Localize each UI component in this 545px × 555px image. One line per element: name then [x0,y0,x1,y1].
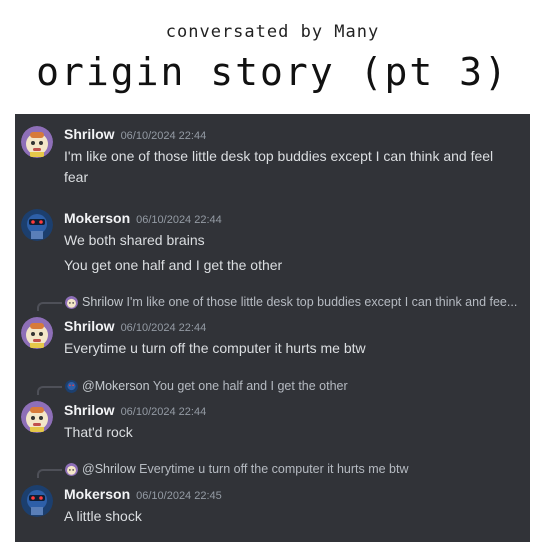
reply-text: You get one half and I get the other [152,379,348,393]
mokerson-avatar-icon[interactable] [21,485,53,517]
shrilow-avatar-icon[interactable] [21,126,53,158]
reply-preview[interactable]: @Shrilow Everytime u turn off the comput… [15,462,530,478]
reply-preview[interactable]: @Mokerson You get one half and I get the… [15,379,530,395]
message-text: I'm like one of those little desk top bu… [64,148,494,164]
subtitle: conversated by Many [165,22,380,42]
timestamp: 06/10/2024 22:44 [120,130,207,142]
timestamp: 06/10/2024 22:44 [136,214,222,226]
mokerson-avatar-icon[interactable] [21,209,53,241]
mokerson-avatar-icon [65,380,78,393]
shrilow-avatar-icon[interactable] [21,401,53,433]
reply-text: I'm like one of those little desk top bu… [126,295,518,309]
author-name[interactable]: Mokerson 06/10/2024 22:44 [64,210,222,226]
shrilow-avatar-icon [65,296,78,309]
reply-connector [37,302,62,311]
timestamp: 06/10/2024 22:44 [120,322,207,334]
message-text: fear [64,169,89,185]
timestamp: 06/10/2024 22:45 [136,490,222,502]
reply-author: @Mokerson [82,379,150,393]
reply-text: Everytime u turn off the computer it hur… [139,462,409,476]
shrilow-avatar-icon [65,463,78,476]
reply-connector [37,386,62,395]
message-text: A little shock [64,508,142,524]
message-text: That'd rock [64,424,133,440]
page-title: origin story (pt 3) [36,50,509,94]
shrilow-avatar-icon[interactable] [21,317,53,349]
message-text: Everytime u turn off the computer it hur… [64,340,366,356]
message-text: You get one half and I get the other [64,257,283,273]
author-name[interactable]: Mokerson 06/10/2024 22:45 [64,486,222,502]
reply-connector [37,469,62,478]
reply-author: Shrilow [82,295,123,309]
author-name[interactable]: Shrilow 06/10/2024 22:44 [64,402,206,418]
reply-preview[interactable]: Shrilow I'm like one of those little des… [15,295,530,311]
author-name[interactable]: Shrilow 06/10/2024 22:44 [64,126,206,142]
timestamp: 06/10/2024 22:44 [120,406,207,418]
header: conversated by Many origin story (pt 3) [0,0,545,110]
reply-author: @Shrilow [82,462,136,476]
message-text: We both shared brains [64,232,205,248]
author-name[interactable]: Shrilow 06/10/2024 22:44 [64,318,206,334]
chat-screenshot: Shrilow 06/10/2024 22:44 I'm like one of … [15,114,530,542]
